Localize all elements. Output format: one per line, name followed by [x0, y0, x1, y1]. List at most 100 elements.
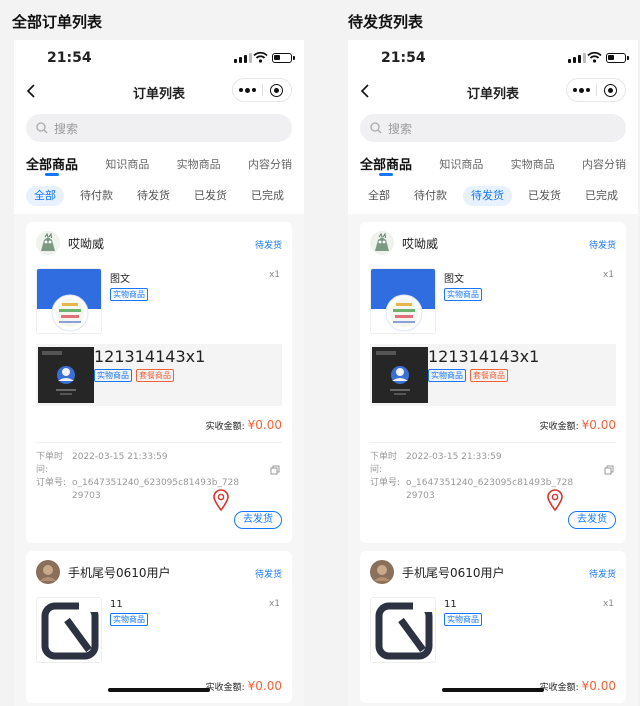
shop-name: 哎呦威	[402, 236, 439, 251]
more-dots-icon[interactable]	[233, 87, 262, 93]
bundle-tag: 套餐商品	[470, 369, 508, 382]
search-input[interactable]: 搜索	[360, 114, 626, 142]
wifi-icon	[253, 51, 268, 63]
more-dots-icon[interactable]	[567, 87, 596, 93]
search-input[interactable]: 搜索	[26, 114, 292, 142]
bundle-quantity: x1	[185, 347, 206, 366]
battery-icon	[606, 53, 629, 63]
status-tab-0[interactable]: 全部	[26, 186, 64, 206]
bundle-quantity: x1	[519, 347, 540, 366]
bundle-name: 121314143	[94, 347, 186, 366]
bundle-tag: 套餐商品	[136, 369, 174, 382]
order-number-label: 订单号:	[370, 478, 401, 488]
status-tab-2[interactable]: 待发货	[129, 186, 178, 206]
product-tag: 实物商品	[110, 288, 148, 301]
amount-value: ¥0.00	[581, 418, 616, 432]
product-tag: 实物商品	[444, 613, 482, 626]
tab-2[interactable]: 实物商品	[177, 154, 221, 182]
order-card[interactable]: 手机尾号0610用户 待发货 11 实物商品 x1 实收金额: ¥0.00	[26, 551, 292, 703]
order-time: 2022-03-15 21:33:59	[72, 452, 168, 462]
search-placeholder: 搜索	[388, 121, 413, 136]
amount-value: ¥0.00	[247, 418, 282, 432]
order-time: 2022-03-15 21:33:59	[406, 452, 502, 462]
status-tab-4[interactable]: 已完成	[243, 186, 292, 206]
order-item[interactable]: 图文 实物商品 x1	[36, 264, 282, 338]
product-tag: 实物商品	[444, 288, 482, 301]
ship-order-button[interactable]: 去发货	[568, 511, 616, 529]
bundle-item[interactable]: 121314143 实物商品 套餐商品 x1	[36, 344, 282, 406]
status-tab-2[interactable]: 待发货	[463, 186, 512, 206]
order-item[interactable]: 图文实物商品 x1	[370, 264, 616, 338]
product-tag: 实物商品	[110, 613, 148, 626]
tab-1[interactable]: 知识商品	[105, 154, 149, 182]
location-pin-icon	[212, 489, 230, 515]
tab-0[interactable]: 全部商品	[26, 154, 78, 182]
bundle-name: 121314143	[428, 347, 520, 366]
order-time-label: 下单时间:	[370, 452, 398, 475]
status-tab-1[interactable]: 待付款	[406, 186, 455, 206]
status-bar: 21:54	[348, 40, 638, 74]
order-amount: 实收金额: ¥0.00	[370, 667, 616, 703]
shop-avatar	[370, 231, 394, 255]
order-amount: 实收金额: ¥0.00	[36, 667, 282, 703]
copy-icon[interactable]	[270, 465, 280, 480]
amount-value: ¥0.00	[581, 679, 616, 693]
status-tab-1[interactable]: 待付款	[72, 186, 121, 206]
shop-name: 手机尾号0610用户	[68, 565, 171, 580]
order-card[interactable]: 手机尾号0610用户 待发货 11 实物商品 x1 实收金额: ¥0.00	[360, 551, 626, 703]
wifi-icon	[587, 51, 602, 63]
order-status-badge: 待发货	[254, 570, 282, 580]
phone-all-orders: 21:54 订单列表 搜索 全部商品 知识商品 实物商品 内容分销 全部 待付款…	[14, 40, 304, 706]
order-item[interactable]: 11 实物商品 x1	[36, 593, 282, 667]
shop-name: 手机尾号0610用户	[402, 565, 505, 580]
status-bar: 21:54	[14, 40, 304, 74]
close-miniapp-icon[interactable]	[597, 83, 626, 97]
category-tabs: 全部商品 知识商品 实物商品 内容分销	[14, 148, 304, 182]
order-list: 哎呦威 待发货 图文 实物商品 x1 121314143 实物商品 套餐商品 x1 实收金额: ¥0…	[348, 222, 638, 703]
miniapp-capsule	[232, 78, 292, 102]
product-thumbnail	[370, 268, 436, 334]
amount-label: 实收金额:	[539, 683, 579, 693]
product-name: 11	[110, 599, 123, 610]
order-amount: 实收金额: ¥0.00	[36, 406, 282, 442]
home-indicator	[442, 688, 544, 692]
tab-3[interactable]: 内容分销	[248, 154, 292, 182]
search-placeholder: 搜索	[54, 121, 79, 136]
tab-1[interactable]: 知识商品	[439, 154, 483, 182]
bundle-thumbnail	[38, 347, 94, 403]
bundle-item[interactable]: 121314143 实物商品 套餐商品 x1	[370, 344, 616, 406]
status-tab-0[interactable]: 全部	[360, 186, 398, 206]
tab-2[interactable]: 实物商品	[511, 154, 555, 182]
nav-bar: 订单列表	[14, 74, 304, 108]
order-status-badge: 待发货	[254, 241, 282, 251]
order-card[interactable]: 哎呦威 待发货 图文 实物商品 x1 121314143 实物商品 套餐商品 x1 实收金额: ¥0…	[360, 222, 626, 543]
status-tab-4[interactable]: 已完成	[577, 186, 626, 206]
order-item[interactable]: 11 实物商品 x1	[370, 593, 616, 667]
shop-header: 哎呦威	[370, 222, 616, 264]
home-indicator	[108, 688, 210, 692]
bundle-thumbnail	[372, 347, 428, 403]
tab-3[interactable]: 内容分销	[582, 154, 626, 182]
close-miniapp-icon[interactable]	[263, 83, 292, 97]
order-meta: 下单时间: 2022-03-15 21:33:59 订单号: o_1647351240…	[36, 442, 282, 503]
product-quantity: x1	[602, 270, 614, 280]
copy-icon[interactable]	[604, 465, 614, 480]
product-thumbnail	[36, 597, 102, 663]
product-name: 图文	[444, 274, 464, 285]
tab-0[interactable]: 全部商品	[360, 154, 412, 182]
shop-avatar	[370, 560, 394, 584]
location-pin-icon	[546, 489, 564, 515]
ship-order-button[interactable]: 去发货	[234, 511, 282, 529]
phone-pending-shipment: 21:54 订单列表 搜索 全部商品 知识商品 实物商品 内容分销 全部 待付款…	[348, 40, 638, 706]
nav-bar: 订单列表	[348, 74, 638, 108]
product-name: 11	[444, 599, 457, 610]
status-tab-3[interactable]: 已发货	[186, 186, 235, 206]
status-tab-3[interactable]: 已发货	[520, 186, 569, 206]
search-icon	[36, 122, 48, 134]
order-amount: 实收金额: ¥0.00	[370, 406, 616, 442]
shop-header: 手机尾号0610用户	[370, 551, 616, 593]
search-icon	[370, 122, 382, 134]
shop-name: 哎呦威	[68, 236, 105, 251]
amount-value: ¥0.00	[247, 679, 282, 693]
order-card[interactable]: 哎呦威 待发货图文 实物商品 x1 121314143 实物商品套餐商品 x1 实收金额: ¥0…	[26, 222, 292, 543]
